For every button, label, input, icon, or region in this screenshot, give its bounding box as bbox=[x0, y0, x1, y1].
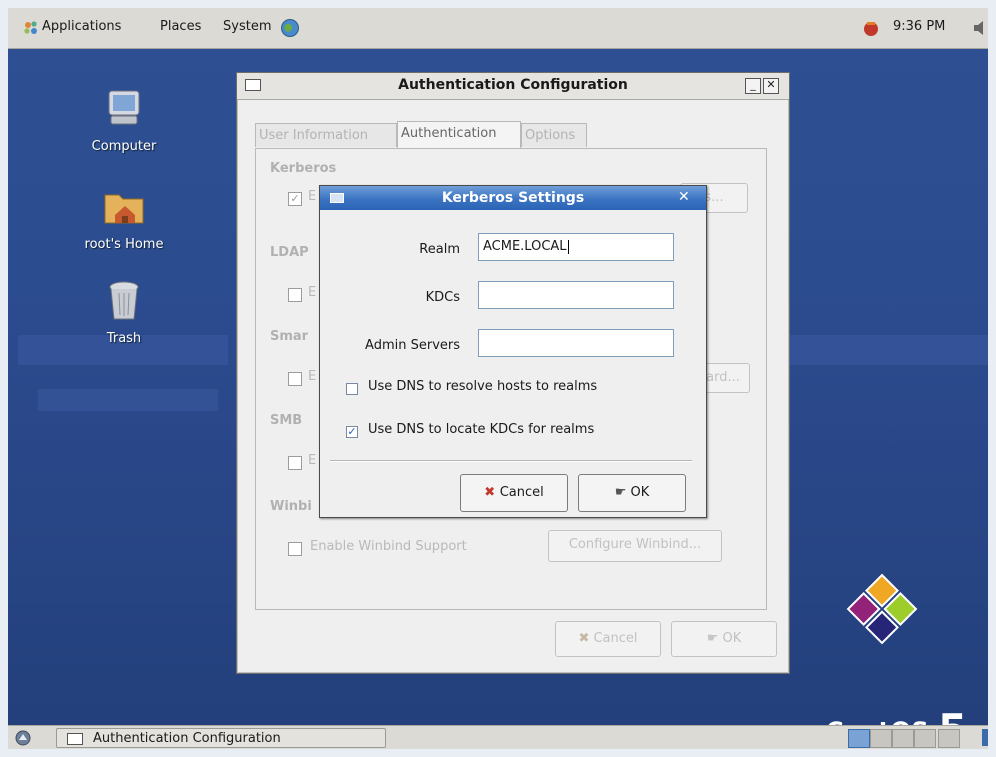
workspace-1[interactable] bbox=[848, 729, 870, 748]
ok-icon: ☛ bbox=[706, 631, 723, 646]
gnome-foot-icon[interactable] bbox=[22, 19, 40, 37]
kerberos-enable-label: E bbox=[308, 189, 317, 204]
text-cursor bbox=[567, 239, 569, 254]
kdcs-label: KDCs bbox=[425, 290, 460, 305]
applications-menu[interactable]: Applications bbox=[42, 19, 121, 34]
dialog-close-icon[interactable]: ✕ bbox=[678, 189, 690, 205]
cancel-icon: ✖ bbox=[484, 485, 500, 500]
ok-icon: ☛ bbox=[614, 485, 631, 500]
show-desktop-icon[interactable] bbox=[14, 729, 32, 747]
ok-label: OK bbox=[722, 631, 742, 646]
trash-applet-icon[interactable] bbox=[982, 729, 988, 746]
kerberos-enable-checkbox[interactable]: ✓ bbox=[288, 192, 302, 206]
dns-locate-kdcs-label[interactable]: Use DNS to locate KDCs for realms bbox=[368, 422, 594, 437]
dns-resolve-hosts-label[interactable]: Use DNS to resolve hosts to realms bbox=[368, 379, 597, 394]
section-ldap: LDAP bbox=[270, 245, 309, 260]
dns-locate-kdcs-checkbox[interactable]: ✓ bbox=[346, 426, 358, 438]
admin-servers-label: Admin Servers bbox=[365, 338, 460, 353]
kerberos-ok-label: OK bbox=[630, 485, 650, 500]
desktop-icon-label: Trash bbox=[106, 331, 142, 346]
winbind-enable-checkbox[interactable] bbox=[288, 542, 302, 556]
workspace-2[interactable] bbox=[870, 729, 892, 748]
ldap-enable-label: E bbox=[308, 285, 317, 300]
cancel-label: Cancel bbox=[593, 631, 638, 646]
web-browser-icon[interactable] bbox=[280, 18, 300, 38]
configure-winbind-button[interactable]: Configure Winbind... bbox=[548, 530, 722, 562]
workspace-3[interactable] bbox=[892, 729, 914, 748]
cancel-icon: ✖ bbox=[578, 631, 594, 646]
smartcard-enable-checkbox[interactable] bbox=[288, 372, 302, 386]
separator bbox=[330, 460, 692, 462]
ldap-enable-checkbox[interactable] bbox=[288, 288, 302, 302]
window-title: Authentication Configuration bbox=[398, 77, 628, 93]
section-kerberos: Kerberos bbox=[270, 161, 337, 176]
dialog-titlebar[interactable]: Kerberos Settings ✕ bbox=[320, 186, 706, 210]
smb-enable-label: E bbox=[308, 453, 317, 468]
dns-resolve-hosts-checkbox[interactable] bbox=[346, 383, 358, 395]
winbind-enable-label: Enable Winbind Support bbox=[310, 539, 467, 554]
close-icon[interactable]: ✕ bbox=[763, 78, 779, 94]
realm-input[interactable]: ACME.LOCAL bbox=[478, 233, 674, 261]
home-folder-icon bbox=[104, 194, 144, 224]
kdcs-input[interactable] bbox=[478, 281, 674, 309]
kerberos-settings-dialog: Kerberos Settings ✕ Realm ACME.LOCAL KDC… bbox=[319, 185, 707, 518]
tab-user-information[interactable]: User Information bbox=[255, 123, 397, 147]
window-icon bbox=[67, 733, 83, 745]
tab-options[interactable]: Options bbox=[521, 123, 587, 147]
top-panel: Applications Places System 9:36 PM bbox=[8, 8, 988, 49]
kerberos-cancel-button[interactable]: ✖ Cancel bbox=[460, 474, 568, 512]
section-smb: SMB bbox=[270, 413, 303, 428]
system-menu[interactable]: System bbox=[223, 19, 271, 34]
workspace-5[interactable] bbox=[938, 729, 960, 748]
desktop-icon-label: Computer bbox=[91, 139, 157, 154]
centos-logo-icon bbox=[846, 573, 918, 645]
window-titlebar[interactable]: Authentication Configuration _ ✕ bbox=[237, 73, 789, 100]
cancel-button[interactable]: ✖ Cancel bbox=[555, 621, 661, 657]
screen: Applications Places System 9:36 PM Compu… bbox=[8, 8, 988, 749]
desktop-icon-home[interactable]: root's Home bbox=[64, 183, 184, 252]
minimize-icon[interactable]: _ bbox=[745, 78, 761, 94]
trash-icon bbox=[109, 281, 139, 320]
background-pattern bbox=[38, 389, 218, 411]
smartcard-enable-label: E bbox=[308, 369, 317, 384]
bottom-panel: Authentication Configuration bbox=[8, 725, 988, 749]
kerberos-ok-button[interactable]: ☛ OK bbox=[578, 474, 686, 512]
taskbar-item-authentication-configuration[interactable]: Authentication Configuration bbox=[56, 728, 386, 748]
desktop-icon-trash[interactable]: Trash bbox=[64, 279, 184, 346]
places-menu[interactable]: Places bbox=[160, 19, 201, 34]
background-pattern bbox=[788, 335, 988, 365]
smb-enable-checkbox[interactable] bbox=[288, 456, 302, 470]
kerberos-cancel-label: Cancel bbox=[499, 485, 544, 500]
computer-icon bbox=[108, 90, 140, 125]
section-smart-card: Smar bbox=[270, 329, 309, 344]
update-notifier-icon[interactable] bbox=[862, 19, 880, 37]
admin-servers-input[interactable] bbox=[478, 329, 674, 357]
section-winbind: Winbi bbox=[270, 499, 312, 514]
realm-label: Realm bbox=[419, 242, 460, 257]
dialog-title: Kerberos Settings bbox=[441, 190, 585, 206]
volume-icon[interactable] bbox=[972, 19, 988, 37]
taskbar-item-label: Authentication Configuration bbox=[93, 731, 281, 746]
realm-value: ACME.LOCAL bbox=[483, 239, 567, 254]
workspace-4[interactable] bbox=[914, 729, 936, 748]
tab-authentication[interactable]: Authentication bbox=[397, 121, 521, 148]
desktop-icon-label: root's Home bbox=[84, 237, 164, 252]
clock[interactable]: 9:36 PM bbox=[893, 19, 945, 34]
desktop-icon-computer[interactable]: Computer bbox=[64, 85, 184, 154]
ok-button[interactable]: ☛ OK bbox=[671, 621, 777, 657]
